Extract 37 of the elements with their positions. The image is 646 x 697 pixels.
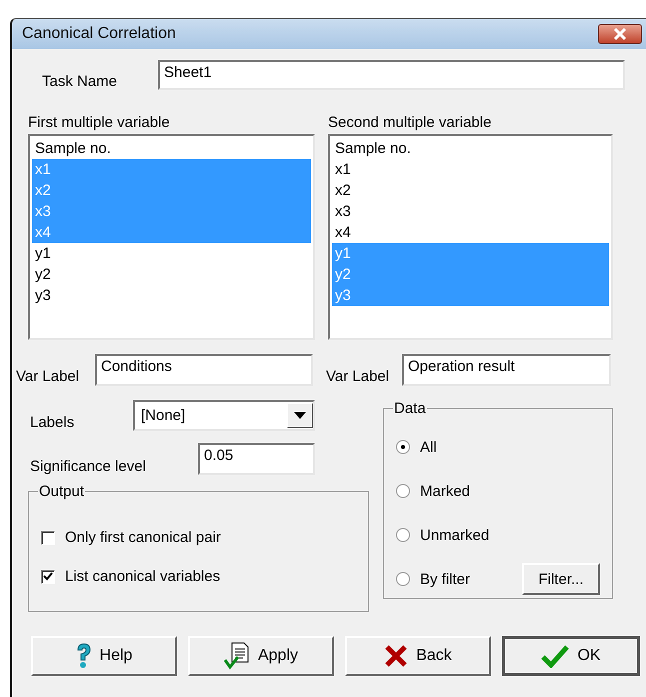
dialog-button[interactable]: Help <box>31 636 177 676</box>
var-label-field[interactable]: Conditions <box>95 354 313 386</box>
checkbox-label: List canonical variables <box>65 568 220 585</box>
radio-label: Unmarked <box>420 526 490 544</box>
variable-list[interactable]: Sample no. x1 x2 x3 x4 y1 y2 y3 <box>328 134 613 340</box>
radio-label: By filter <box>420 570 470 588</box>
list-item[interactable]: x4 <box>332 222 609 243</box>
var-label-field[interactable]: Operation result <box>402 354 611 386</box>
significance-level-field[interactable]: 0.05 <box>198 443 315 475</box>
group-title: Output <box>38 483 86 500</box>
radio-label: Marked <box>420 482 470 500</box>
dialog-button[interactable]: Back <box>345 636 491 676</box>
checkbox-label: Only first canonical pair <box>65 529 221 546</box>
list-item[interactable]: y1 <box>32 243 311 264</box>
filter-button[interactable]: Filter... <box>522 563 600 595</box>
list-item[interactable]: x2 <box>332 180 609 201</box>
radio-label: All <box>420 438 437 456</box>
list-item[interactable]: x3 <box>332 201 609 222</box>
list-label: Second multiple variable <box>328 114 492 131</box>
var-label-label: Var Label <box>326 368 390 386</box>
dialog-button[interactable]: Apply <box>188 636 334 676</box>
dialog-button[interactable]: OK <box>502 636 640 676</box>
var-label-label: Var Label <box>16 368 80 386</box>
list-item[interactable]: y3 <box>32 285 311 306</box>
significance-level-label: Significance level <box>30 458 147 475</box>
window-title: Canonical Correlation <box>22 25 176 43</box>
labels-label: Labels <box>30 414 76 431</box>
list-item[interactable]: y2 <box>32 264 311 285</box>
task-name-label: Task Name <box>42 73 118 90</box>
list-item[interactable]: x1 <box>332 159 609 180</box>
list-item[interactable]: Sample no. <box>332 138 609 159</box>
labels-dropdown[interactable]: [None] <box>133 400 315 431</box>
variable-list[interactable]: Sample no. x1 x2 x3 x4 y1 y2 y3 <box>28 134 315 340</box>
list-item[interactable]: Sample no. <box>32 138 311 159</box>
task-name-field[interactable]: Sheet1 <box>158 60 625 90</box>
group-title: Data <box>393 400 427 417</box>
list-label: First multiple variable <box>28 114 171 131</box>
